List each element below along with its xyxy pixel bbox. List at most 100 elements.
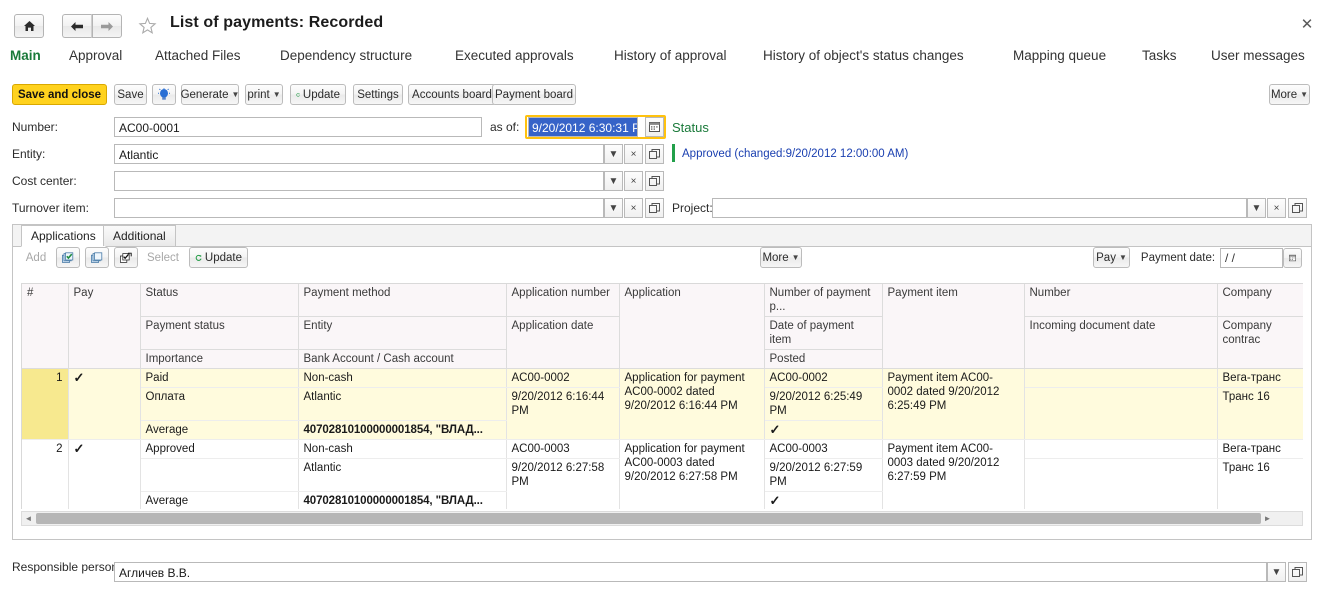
as-of-date-input[interactable]: 9/20/2012 6:30:31 PM (528, 117, 638, 137)
tab-tasks[interactable]: Tasks (1142, 48, 1177, 63)
cell-posted[interactable]: ✓ (764, 420, 883, 440)
th-number-of-payment-p[interactable]: Number of payment p... (764, 284, 883, 317)
cell-bank-account[interactable]: 40702810100000001854, "ВЛАД... (298, 491, 507, 509)
update-button[interactable]: Update (290, 84, 346, 105)
lightbulb-button[interactable] (152, 84, 176, 105)
cell-application-number[interactable]: AC00-0002 (506, 368, 620, 388)
entity-open-button[interactable] (645, 144, 664, 164)
cost-center-input[interactable] (114, 171, 604, 191)
cell-application-date[interactable]: 9/20/2012 6:27:58 PM (506, 458, 620, 509)
th-incoming-document-date[interactable]: Incoming document date (1024, 316, 1218, 369)
turnover-item-open-button[interactable] (645, 198, 664, 218)
table-row[interactable]: 2 ✓ Approved Non-cash AC00-0003 Applicat… (22, 439, 1303, 509)
cell-payment-p-number[interactable]: AC00-0002 (764, 368, 883, 388)
table-horizontal-scrollbar[interactable]: ◄ ► (21, 511, 1303, 526)
cell-application[interactable]: Application for payment AC00-0003 dated … (619, 439, 765, 509)
back-button[interactable] (62, 14, 92, 38)
cell-entity[interactable]: Atlantic (298, 387, 507, 421)
responsible-open-button[interactable] (1288, 562, 1307, 582)
th-entity[interactable]: Entity (298, 316, 507, 350)
cell-company-contract[interactable]: Транс 16 (1217, 387, 1303, 440)
th-bank-account[interactable]: Bank Account / Cash account (298, 349, 507, 369)
entity-dropdown-button[interactable]: ▼ (604, 144, 623, 164)
tab-attached-files[interactable]: Attached Files (155, 48, 241, 63)
cell-payment-p-number[interactable]: AC00-0003 (764, 439, 883, 459)
th-importance[interactable]: Importance (140, 349, 299, 369)
forward-button[interactable] (92, 14, 122, 38)
as-of-calendar-button[interactable] (645, 117, 664, 137)
th-company[interactable]: Company (1217, 284, 1303, 317)
cell-incoming-document-date[interactable] (1024, 458, 1218, 509)
cell-payment-item[interactable]: Payment item AC00-0003 dated 9/20/2012 6… (882, 439, 1025, 509)
turnover-item-clear-button[interactable]: × (624, 198, 643, 218)
cost-center-clear-button[interactable]: × (624, 171, 643, 191)
project-dropdown-button[interactable]: ▼ (1247, 198, 1266, 218)
settings-button[interactable]: Settings (353, 84, 403, 105)
inner-tab-applications[interactable]: Applications (21, 225, 106, 247)
th-company-contract[interactable]: Company contrac (1217, 316, 1303, 369)
save-button[interactable]: Save (114, 84, 147, 105)
cell-status[interactable]: Approved (140, 439, 299, 459)
tab-approval[interactable]: Approval (69, 48, 122, 63)
tab-main[interactable]: Main (10, 48, 41, 63)
th-index[interactable]: # (22, 284, 69, 369)
row-index[interactable]: 2 (22, 439, 69, 509)
th-status[interactable]: Status (140, 284, 299, 317)
entity-input[interactable]: Atlantic (114, 144, 604, 164)
cell-company-contract[interactable]: Транс 16 (1217, 458, 1303, 509)
copy-approved-button[interactable] (56, 247, 80, 268)
add-button[interactable]: Add (21, 247, 51, 268)
cell-company[interactable]: Вега-транс (1217, 439, 1303, 459)
cell-payment-method[interactable]: Non-cash (298, 368, 507, 388)
tab-executed-approvals[interactable]: Executed approvals (455, 48, 574, 63)
th-payment-status[interactable]: Payment status (140, 316, 299, 350)
cell-payment-status[interactable] (140, 458, 299, 492)
th-payment-method[interactable]: Payment method (298, 284, 507, 317)
row-index[interactable]: 1 (22, 368, 69, 440)
cell-importance[interactable]: Average (140, 491, 299, 509)
th-pay[interactable]: Pay (68, 284, 141, 369)
th-application-date[interactable]: Application date (506, 316, 620, 369)
home-button[interactable] (14, 14, 44, 38)
responsible-person-input[interactable]: Агличев В.В. (114, 562, 1267, 582)
cell-bank-account[interactable]: 40702810100000001854, "ВЛАД... (298, 420, 507, 440)
tab-history-of-status-changes[interactable]: History of object's status changes (763, 48, 964, 63)
pay-button[interactable]: Pay ▼ (1093, 247, 1130, 268)
tab-user-messages[interactable]: User messages (1211, 48, 1305, 63)
scroll-left-arrow[interactable]: ◄ (22, 514, 35, 523)
grid-update-button[interactable]: Update (189, 247, 248, 268)
th-posted[interactable]: Posted (764, 349, 883, 369)
generate-button[interactable]: Generate ▼ (181, 84, 239, 105)
cell-importance[interactable]: Average (140, 420, 299, 440)
table-row[interactable]: 1 ✓ Paid Non-cash AC00-0002 Application … (22, 368, 1303, 440)
th-date-of-payment-item[interactable]: Date of payment item (764, 316, 883, 350)
responsible-dropdown-button[interactable]: ▼ (1267, 562, 1286, 582)
payment-board-button[interactable]: Payment board (492, 84, 576, 105)
select-button[interactable]: Select (144, 247, 182, 268)
cell-application-number[interactable]: AC00-0003 (506, 439, 620, 459)
entity-clear-button[interactable]: × (624, 144, 643, 164)
cell-entity[interactable]: Atlantic (298, 458, 507, 492)
grid-more-button[interactable]: More ▼ (760, 247, 802, 268)
row-pay-check[interactable]: ✓ (68, 439, 141, 509)
th-number[interactable]: Number (1024, 284, 1218, 317)
scroll-right-arrow[interactable]: ► (1261, 514, 1274, 523)
select-checkbox-button[interactable] (114, 247, 138, 268)
cell-payment-status[interactable]: Оплата (140, 387, 299, 421)
th-payment-item[interactable]: Payment item (882, 284, 1025, 369)
project-clear-button[interactable]: × (1267, 198, 1286, 218)
cell-number[interactable] (1024, 368, 1218, 388)
tab-history-of-approval[interactable]: History of approval (614, 48, 727, 63)
applications-table-wrapper[interactable]: # Pay Status Payment method Application … (21, 283, 1303, 509)
th-application[interactable]: Application (619, 284, 765, 369)
cell-application[interactable]: Application for payment AC00-0002 dated … (619, 368, 765, 440)
payment-date-calendar-button[interactable] (1283, 248, 1302, 268)
cell-application-date[interactable]: 9/20/2012 6:16:44 PM (506, 387, 620, 440)
cell-status[interactable]: Paid (140, 368, 299, 388)
cell-company[interactable]: Вега-транс (1217, 368, 1303, 388)
th-application-number[interactable]: Application number (506, 284, 620, 317)
turnover-item-dropdown-button[interactable]: ▼ (604, 198, 623, 218)
cell-payment-item-date[interactable]: 9/20/2012 6:27:59 PM (764, 458, 883, 492)
cell-number[interactable] (1024, 439, 1218, 459)
save-and-close-button[interactable]: Save and close (12, 84, 107, 105)
